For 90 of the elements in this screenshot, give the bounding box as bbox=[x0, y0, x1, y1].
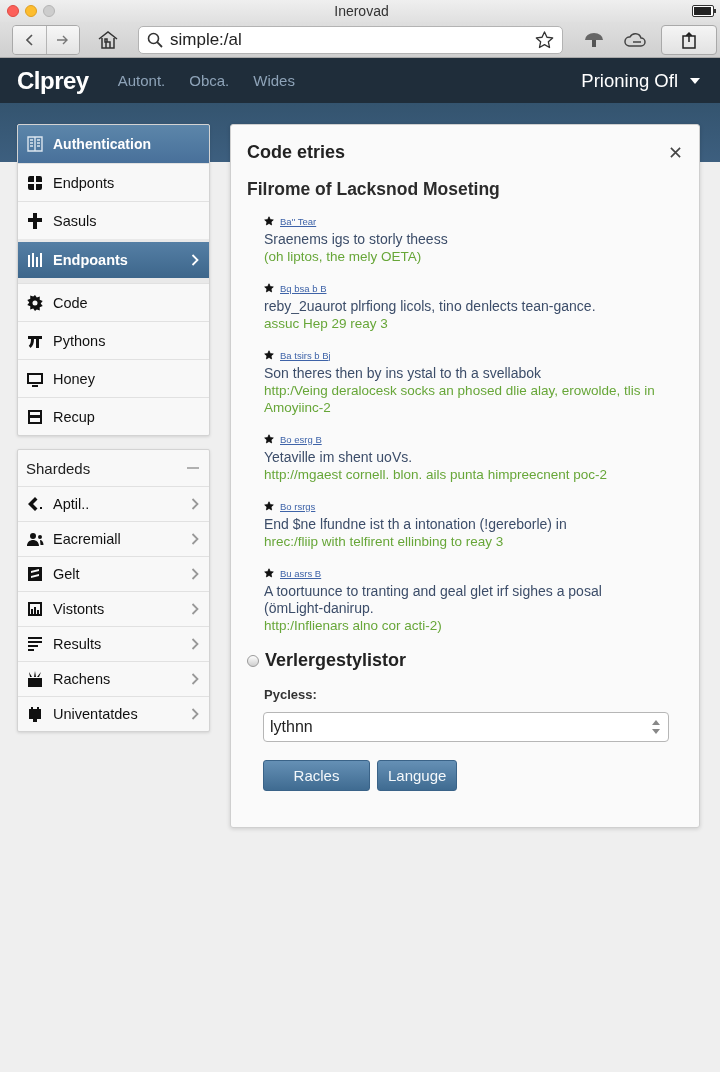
star-icon[interactable] bbox=[264, 216, 274, 226]
sidebar-item[interactable]: Honey bbox=[18, 359, 209, 397]
entry-url: assuc Hep 29 reay 3 bbox=[264, 315, 389, 332]
box-burst-icon bbox=[26, 670, 44, 688]
entry-url: http:/Veing deralocesk socks an phosed dlie alay, erowolde, tlis in Amoyiinc-2 bbox=[264, 382, 656, 416]
chip-icon bbox=[26, 705, 44, 723]
star-icon[interactable] bbox=[264, 501, 274, 511]
entry-text: Sraenems igs to storly theess bbox=[264, 231, 449, 248]
window-title: Inerovad bbox=[334, 3, 389, 19]
caret-icon bbox=[690, 77, 700, 84]
sidebar-item[interactable]: Eacremiall bbox=[18, 521, 209, 556]
chevron-right-icon bbox=[191, 638, 199, 650]
account-menu[interactable]: Prioning Ofl bbox=[581, 69, 700, 92]
entry-link[interactable]: Bu asrs B bbox=[280, 567, 322, 579]
radio-button[interactable] bbox=[247, 654, 259, 667]
mushroom-icon[interactable] bbox=[584, 30, 604, 49]
cross-icon bbox=[26, 211, 44, 230]
chevron-right-icon bbox=[191, 708, 199, 720]
chevron-right-icon bbox=[191, 603, 199, 615]
sidebar-item[interactable]: Code bbox=[18, 283, 209, 321]
forward-button[interactable] bbox=[46, 25, 79, 54]
chevron-right-icon bbox=[191, 533, 199, 545]
users-icon bbox=[26, 530, 44, 548]
entry-text: Yetaville im shent uoVs. bbox=[264, 449, 414, 466]
bar-chart-icon bbox=[26, 600, 44, 618]
radio-label: Verlergestylistor bbox=[265, 650, 407, 671]
sidebar-item[interactable]: Aptil.. bbox=[18, 486, 209, 521]
select-field[interactable]: lythnn bbox=[263, 712, 669, 742]
entry-url: (oh liptos, the mely OETA) bbox=[264, 248, 423, 265]
address-field[interactable]: simple:/al bbox=[138, 25, 563, 54]
entry-link[interactable]: Bo rsrgs bbox=[280, 500, 316, 512]
chevron-right-icon bbox=[191, 568, 199, 580]
bars-icon bbox=[26, 251, 44, 269]
nav-link[interactable]: Autont. bbox=[117, 72, 166, 89]
sidebar-item[interactable]: Vistonts bbox=[18, 591, 209, 626]
list-icon bbox=[26, 635, 44, 653]
dialog-subtitle: Filrome of Lacksnod Moseting bbox=[247, 178, 501, 200]
sidebar-item[interactable]: Gelt bbox=[18, 556, 209, 591]
sidebar-header-title: Authentication bbox=[53, 136, 151, 152]
star-icon[interactable] bbox=[535, 30, 554, 49]
sidebar-item[interactable]: Univentatdes bbox=[18, 696, 209, 731]
cloud-icon[interactable] bbox=[623, 31, 647, 48]
sidebar-header-title: Shardeds bbox=[26, 459, 91, 477]
book-icon bbox=[26, 135, 44, 153]
nav-link[interactable]: Obca. bbox=[189, 72, 230, 89]
entry-link[interactable]: Bo esrg B bbox=[280, 433, 322, 445]
share-icon bbox=[681, 30, 697, 49]
entry-link[interactable]: Ba'' Tear bbox=[280, 215, 317, 227]
entry-url: http:/Inflienars alno cor acti-2) bbox=[264, 617, 443, 634]
entry-text: A toortuunce to tranting and geal glet irf sighes a posal (ömLight-danirup. bbox=[264, 583, 603, 617]
home-icon[interactable] bbox=[98, 30, 118, 49]
share-button[interactable] bbox=[661, 24, 717, 55]
close-icon[interactable] bbox=[670, 146, 681, 158]
gear-icon bbox=[26, 293, 44, 312]
nav-link[interactable]: Wides bbox=[253, 72, 295, 89]
arrow-right-icon bbox=[57, 34, 69, 45]
field-label: Pycless: bbox=[264, 687, 318, 702]
blocks-icon bbox=[26, 173, 44, 192]
entry-link[interactable]: Ba tsirs b Bj bbox=[280, 349, 331, 361]
chevron-left-icon bbox=[26, 495, 44, 513]
sidebar-item[interactable]: Endponts bbox=[18, 163, 209, 201]
battery-icon bbox=[692, 5, 716, 17]
panel-icon bbox=[26, 407, 44, 426]
back-button[interactable] bbox=[13, 25, 46, 54]
close-window-button[interactable] bbox=[7, 5, 19, 17]
sidebar-item[interactable]: Endpoants bbox=[18, 239, 209, 283]
entry-url: http://mgaest cornell. blon. ails punta himpreecnent poc-2 bbox=[264, 466, 608, 483]
entry-link[interactable]: Bq bsa b B bbox=[280, 282, 327, 294]
action-button[interactable]: Racles bbox=[263, 760, 370, 791]
dialog-title: Code etries bbox=[247, 141, 346, 163]
entry-text: reby_2uaurot plrfiong licols, tino denlects tean-gance. bbox=[264, 298, 597, 315]
updown-arrows-icon bbox=[652, 720, 660, 734]
star-icon[interactable] bbox=[264, 434, 274, 444]
entry-text: End $ne lfundne ist th a intonation (!gereborle) in bbox=[264, 516, 568, 533]
entry-url: hrec:/fliip with telfirent ellinbing to reay 3 bbox=[264, 533, 505, 550]
star-icon[interactable] bbox=[264, 568, 274, 578]
sidebar-item[interactable]: Rachens bbox=[18, 661, 209, 696]
sidebar-item[interactable]: Results bbox=[18, 626, 209, 661]
action-button[interactable]: Languge bbox=[377, 760, 458, 791]
chevron-right-icon bbox=[191, 673, 199, 685]
chevron-left-icon bbox=[25, 33, 34, 46]
search-icon bbox=[147, 31, 163, 48]
star-icon[interactable] bbox=[264, 283, 274, 293]
chevron-right-icon bbox=[191, 254, 199, 266]
sidebar-item[interactable]: Pythons bbox=[18, 321, 209, 359]
star-icon[interactable] bbox=[264, 350, 274, 360]
logo[interactable]: Clprey bbox=[17, 66, 89, 95]
chevron-right-icon bbox=[191, 498, 199, 510]
entry-text: Son theres then by ins ystal to th a svellabok bbox=[264, 365, 543, 382]
sidebar-item[interactable]: Recup bbox=[18, 397, 209, 435]
